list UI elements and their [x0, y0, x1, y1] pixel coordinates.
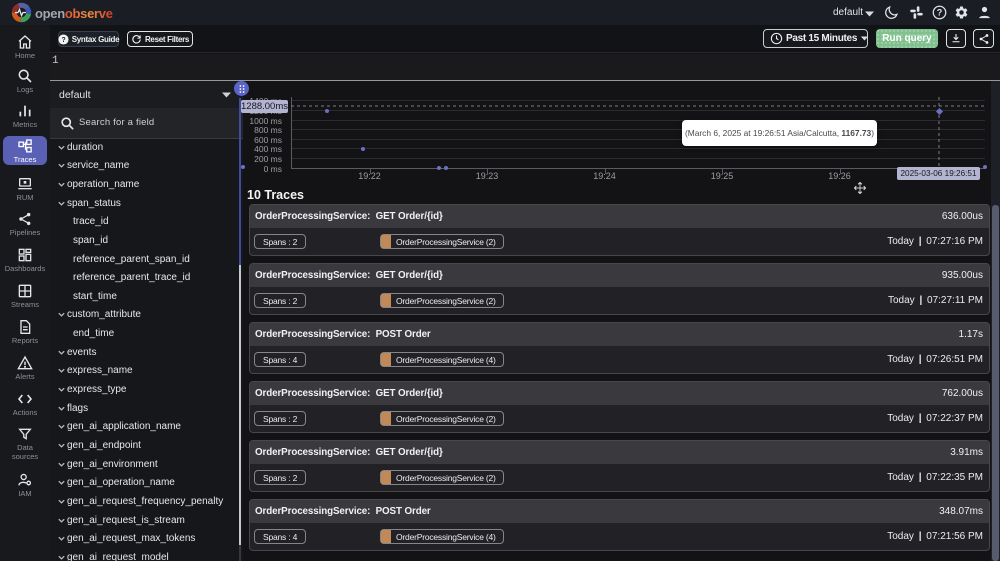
svg-text:?: ?	[61, 36, 65, 43]
svg-text:?: ?	[937, 8, 943, 18]
